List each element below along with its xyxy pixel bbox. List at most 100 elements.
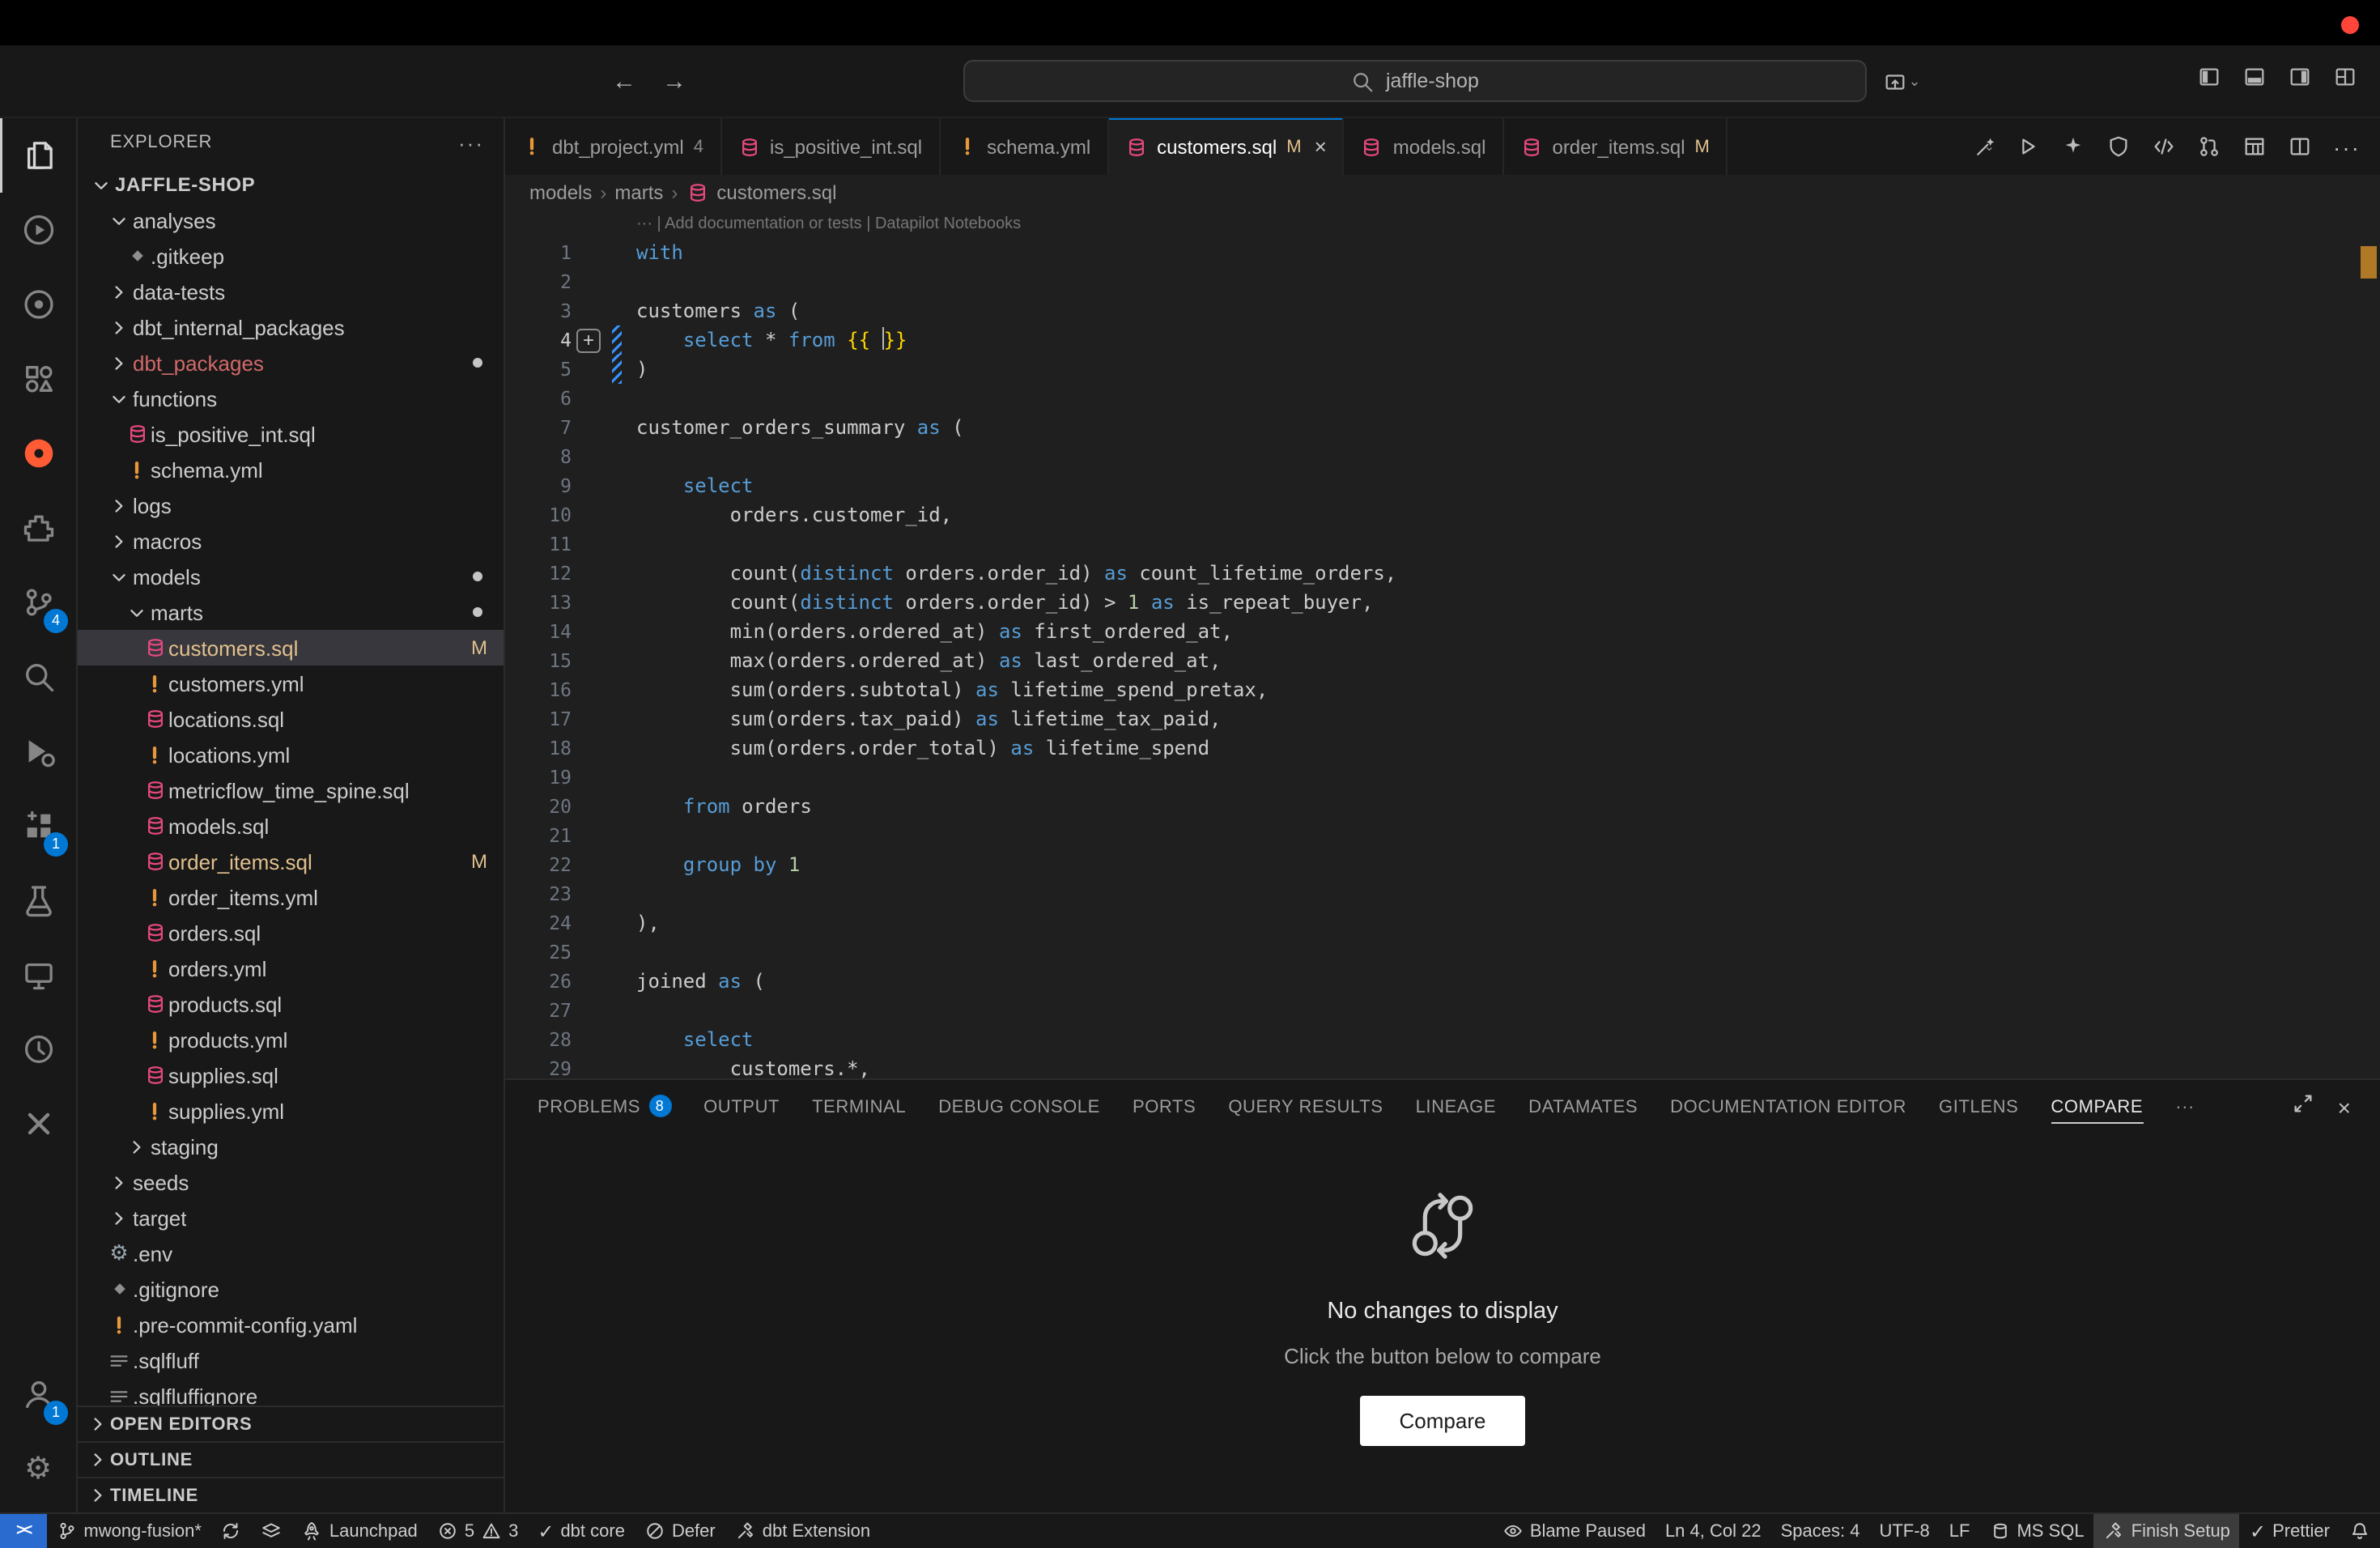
forward-button[interactable]: → (662, 67, 686, 95)
code-line-10[interactable]: 10 orders.customer_id, (505, 500, 2380, 529)
activity-item-history[interactable] (0, 1012, 76, 1087)
breadcrumb-item-customers.sql[interactable]: customers.sql (716, 181, 836, 204)
layout-sidebar-right-button[interactable] (2288, 65, 2312, 97)
magic-wand-button[interactable]: ⌄ (1974, 134, 1995, 159)
activity-item-settings-gear[interactable]: ⚙ (0, 1431, 76, 1506)
editor-tab-is_positive_int.sql[interactable]: is_positive_int.sql (721, 118, 940, 175)
shield-button[interactable] (2106, 134, 2131, 159)
activity-item-dbt[interactable] (0, 416, 76, 491)
tree-item-analyses[interactable]: analyses (78, 202, 504, 238)
panel-tab-ports[interactable]: PORTS (1116, 1080, 1212, 1135)
cast-button[interactable]: ⌄ (1882, 69, 1920, 93)
run-button[interactable] (2016, 134, 2040, 159)
activity-item-datapilot[interactable] (0, 267, 76, 342)
code-line-7[interactable]: 7customer_orders_summary as ( (505, 413, 2380, 442)
tree-item-.pre-commit-config.yaml[interactable]: .pre-commit-config.yaml (78, 1307, 504, 1342)
split-editor-button[interactable] (2288, 134, 2312, 159)
activity-item-extensions[interactable]: 1 (0, 789, 76, 863)
panel-tab-compare[interactable]: COMPARE (2034, 1080, 2159, 1135)
panel-tab-debug-console[interactable]: DEBUG CONSOLE (922, 1080, 1116, 1135)
tree-item-customers.yml[interactable]: customers.yml (78, 666, 504, 701)
sidebar-more-actions[interactable]: ··· (458, 130, 484, 155)
status-remote-indicator[interactable]: >< (0, 1514, 46, 1548)
compare-button[interactable]: Compare (1361, 1396, 1525, 1446)
activity-item-run-circle[interactable] (0, 193, 76, 267)
code-line-6[interactable]: 6 (505, 384, 2380, 413)
panel-tab-output[interactable]: OUTPUT (687, 1080, 796, 1135)
status-dbt-extension[interactable]: dbt Extension (725, 1514, 880, 1548)
back-button[interactable]: ← (612, 67, 636, 95)
status-indentation[interactable]: Spaces: 4 (1771, 1514, 1870, 1548)
close-panel-button[interactable]: × (2338, 1095, 2351, 1121)
panel-tab-terminal[interactable]: TERMINAL (796, 1080, 922, 1135)
maximize-panel-button[interactable] (2291, 1091, 2315, 1124)
code-line-28[interactable]: 28 select (505, 1025, 2380, 1054)
code-line-2[interactable]: 2 (505, 267, 2380, 296)
tree-item-models.sql[interactable]: models.sql (78, 808, 504, 844)
tree-item-target[interactable]: target (78, 1200, 504, 1235)
tree-item-metricflow_time_spine.sql[interactable]: metricflow_time_spine.sql (78, 772, 504, 808)
layout-sidebar-left-button[interactable] (2197, 65, 2221, 97)
status-encoding[interactable]: UTF-8 (1869, 1514, 1939, 1548)
panel-tab-lineage[interactable]: LINEAGE (1400, 1080, 1513, 1135)
activity-item-explorer[interactable] (0, 118, 76, 193)
code-line-3[interactable]: 3customers as ( (505, 296, 2380, 325)
sidebar-section-timeline[interactable]: TIMELINE (78, 1477, 504, 1512)
tree-item-orders.sql[interactable]: orders.sql (78, 915, 504, 950)
code-line-12[interactable]: 12 count(distinct orders.order_id) as co… (505, 559, 2380, 588)
code-line-21[interactable]: 21 (505, 821, 2380, 850)
breadcrumb-item-marts[interactable]: marts (614, 181, 663, 204)
tree-item-functions[interactable]: functions (78, 381, 504, 416)
tree-item-marts[interactable]: marts (78, 594, 504, 630)
tree-item-macros[interactable]: macros (78, 523, 504, 559)
status-problems[interactable]: 53 (427, 1514, 529, 1548)
tree-item-dbt_internal_packages[interactable]: dbt_internal_packages (78, 309, 504, 345)
status-cursor-position[interactable]: Ln 4, Col 22 (1655, 1514, 1771, 1548)
add-line-button[interactable]: + (576, 328, 601, 352)
tree-item-products.yml[interactable]: products.yml (78, 1022, 504, 1057)
code-line-4[interactable]: 4+ select * from {{ }} (505, 325, 2380, 355)
tree-item-locations.sql[interactable]: locations.sql (78, 701, 504, 737)
panel-more-tabs[interactable]: ··· (2159, 1080, 2211, 1135)
editor-tab-dbt_project.yml[interactable]: dbt_project.yml4 (505, 118, 721, 175)
tree-item-order_items.yml[interactable]: order_items.yml (78, 879, 504, 915)
tree-item-.sqlfluffignore[interactable]: .sqlfluffignore (78, 1378, 504, 1406)
table-button[interactable] (2242, 134, 2267, 159)
more-actions-button[interactable]: ··· (2333, 134, 2361, 159)
status-prettier[interactable]: ✓Prettier (2240, 1514, 2340, 1548)
activity-item-accounts[interactable]: 1 (0, 1357, 76, 1431)
activity-item-source-control[interactable]: 4 (0, 565, 76, 640)
activity-item-run-and-debug[interactable] (0, 714, 76, 789)
status-eol[interactable]: LF (1940, 1514, 1980, 1548)
panel-tab-problems[interactable]: PROBLEMS8 (521, 1080, 687, 1135)
tree-item-.gitignore[interactable]: .gitignore (78, 1271, 504, 1307)
status-git-branch[interactable]: mwong-fusion* (46, 1514, 211, 1548)
code-line-5[interactable]: 5) (505, 355, 2380, 384)
sidebar-section-outline[interactable]: OUTLINE (78, 1441, 504, 1477)
activity-item-symbols[interactable] (0, 342, 76, 416)
editor-tab-customers.sql[interactable]: customers.sqlM× (1108, 118, 1345, 175)
activity-item-remote-explorer[interactable] (0, 938, 76, 1012)
tree-item-.gitkeep[interactable]: .gitkeep (78, 238, 504, 274)
status-finish-setup[interactable]: Finish Setup (2094, 1514, 2240, 1548)
code-line-29[interactable]: 29 customers.*, (505, 1054, 2380, 1078)
tree-item-JAFFLE-SHOP[interactable]: JAFFLE-SHOP (78, 167, 504, 202)
code-line-24[interactable]: 24), (505, 908, 2380, 938)
tree-item-products.sql[interactable]: products.sql (78, 986, 504, 1022)
tree-item-models[interactable]: models (78, 559, 504, 594)
status-sync[interactable] (211, 1514, 252, 1548)
activity-item-beaker[interactable] (0, 863, 76, 938)
panel-tab-datamates[interactable]: DATAMATES (1512, 1080, 1654, 1135)
code-button[interactable] (2152, 134, 2176, 159)
code-line-15[interactable]: 15 max(orders.ordered_at) as last_ordere… (505, 646, 2380, 675)
status-notifications[interactable] (2340, 1514, 2380, 1548)
status-blame-status[interactable]: Blame Paused (1493, 1514, 1655, 1548)
status-defer[interactable]: Defer (635, 1514, 725, 1548)
tree-item-.env[interactable]: ⚙.env (78, 1235, 504, 1271)
tree-item-staging[interactable]: staging (78, 1129, 504, 1164)
sidebar-section-open-editors[interactable]: OPEN EDITORS (78, 1406, 504, 1441)
code-line-9[interactable]: 9 select (505, 471, 2380, 500)
panel-tab-query-results[interactable]: QUERY RESULTS (1212, 1080, 1399, 1135)
code-line-20[interactable]: 20 from orders (505, 792, 2380, 821)
tree-item-supplies.sql[interactable]: supplies.sql (78, 1057, 504, 1093)
